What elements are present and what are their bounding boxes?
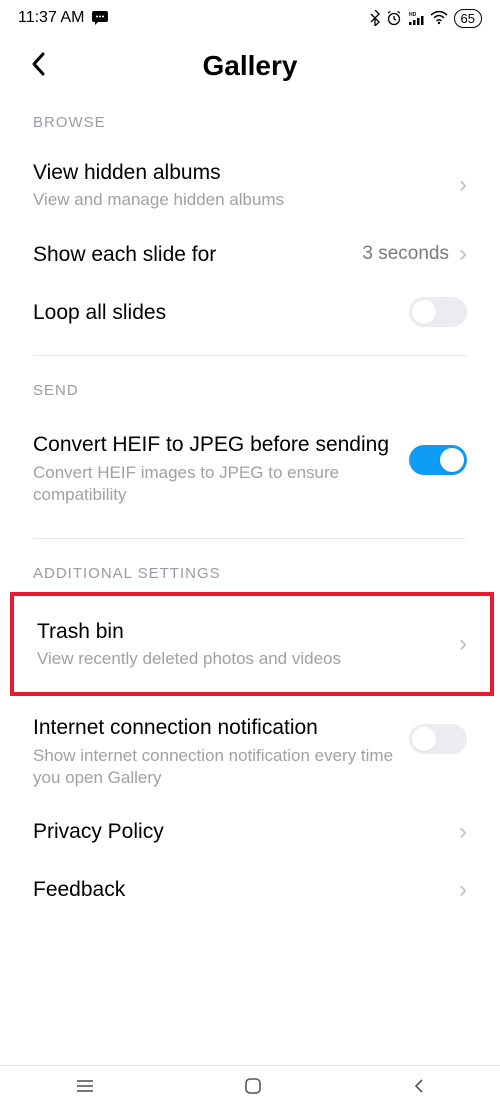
loop-toggle[interactable]: [409, 297, 467, 327]
row-title: Privacy Policy: [33, 818, 459, 845]
nav-recents-icon[interactable]: [75, 1078, 95, 1099]
row-feedback[interactable]: Feedback ›: [0, 861, 500, 919]
status-bar: 11:37 AM HD 65: [0, 0, 500, 32]
section-additional-label: ADDITIONAL SETTINGS: [0, 553, 500, 588]
settings-list: BROWSE View hidden albums View and manag…: [0, 102, 500, 919]
section-send-label: SEND: [0, 370, 500, 413]
row-trash-bin[interactable]: Trash bin View recently deleted photos a…: [14, 596, 490, 692]
chevron-right-icon: ›: [459, 173, 467, 197]
nav-home-icon[interactable]: [244, 1077, 262, 1100]
page-title: Gallery: [20, 50, 480, 82]
chevron-right-icon: ›: [459, 242, 467, 266]
sms-icon: [92, 11, 108, 25]
chevron-right-icon: ›: [459, 878, 467, 902]
row-title: Trash bin: [37, 618, 459, 645]
chevron-right-icon: ›: [459, 820, 467, 844]
battery-indicator: 65: [454, 9, 482, 28]
row-subtitle: View and manage hidden albums: [33, 189, 459, 211]
row-loop-slides: Loop all slides: [0, 283, 500, 341]
row-title: Loop all slides: [33, 299, 409, 326]
row-title: Internet connection notification: [33, 714, 409, 741]
wifi-icon: [430, 11, 448, 25]
chevron-right-icon: ›: [459, 632, 467, 656]
row-hidden-albums[interactable]: View hidden albums View and manage hidde…: [0, 145, 500, 225]
divider: [33, 538, 467, 539]
back-button[interactable]: [30, 51, 46, 82]
nav-back-icon[interactable]: [412, 1076, 425, 1101]
row-slide-duration[interactable]: Show each slide for 3 seconds ›: [0, 225, 500, 283]
row-subtitle: Show internet connection notification ev…: [33, 745, 409, 789]
row-privacy-policy[interactable]: Privacy Policy ›: [0, 803, 500, 861]
status-time: 11:37 AM: [18, 9, 84, 27]
row-subtitle: View recently deleted photos and videos: [37, 648, 459, 670]
row-title: Show each slide for: [33, 241, 362, 268]
row-title: View hidden albums: [33, 159, 459, 186]
section-browse-label: BROWSE: [0, 102, 500, 145]
row-title: Convert HEIF to JPEG before sending: [33, 431, 409, 458]
heif-toggle[interactable]: [409, 445, 467, 475]
divider: [33, 355, 467, 356]
row-value: 3 seconds: [362, 243, 449, 265]
internet-toggle[interactable]: [409, 724, 467, 754]
bluetooth-icon: [370, 10, 380, 26]
trash-highlight: Trash bin View recently deleted photos a…: [10, 592, 494, 696]
row-title: Feedback: [33, 876, 459, 903]
row-heif-convert: Convert HEIF to JPEG before sending Conv…: [0, 413, 500, 523]
row-subtitle: Convert HEIF images to JPEG to ensure co…: [33, 462, 409, 506]
alarm-icon: [386, 10, 402, 26]
signal-icon: HD: [408, 11, 424, 25]
nav-bar: [0, 1065, 500, 1111]
app-header: Gallery: [0, 32, 500, 102]
row-internet-notification: Internet connection notification Show in…: [0, 706, 500, 802]
svg-text:HD: HD: [409, 12, 417, 18]
